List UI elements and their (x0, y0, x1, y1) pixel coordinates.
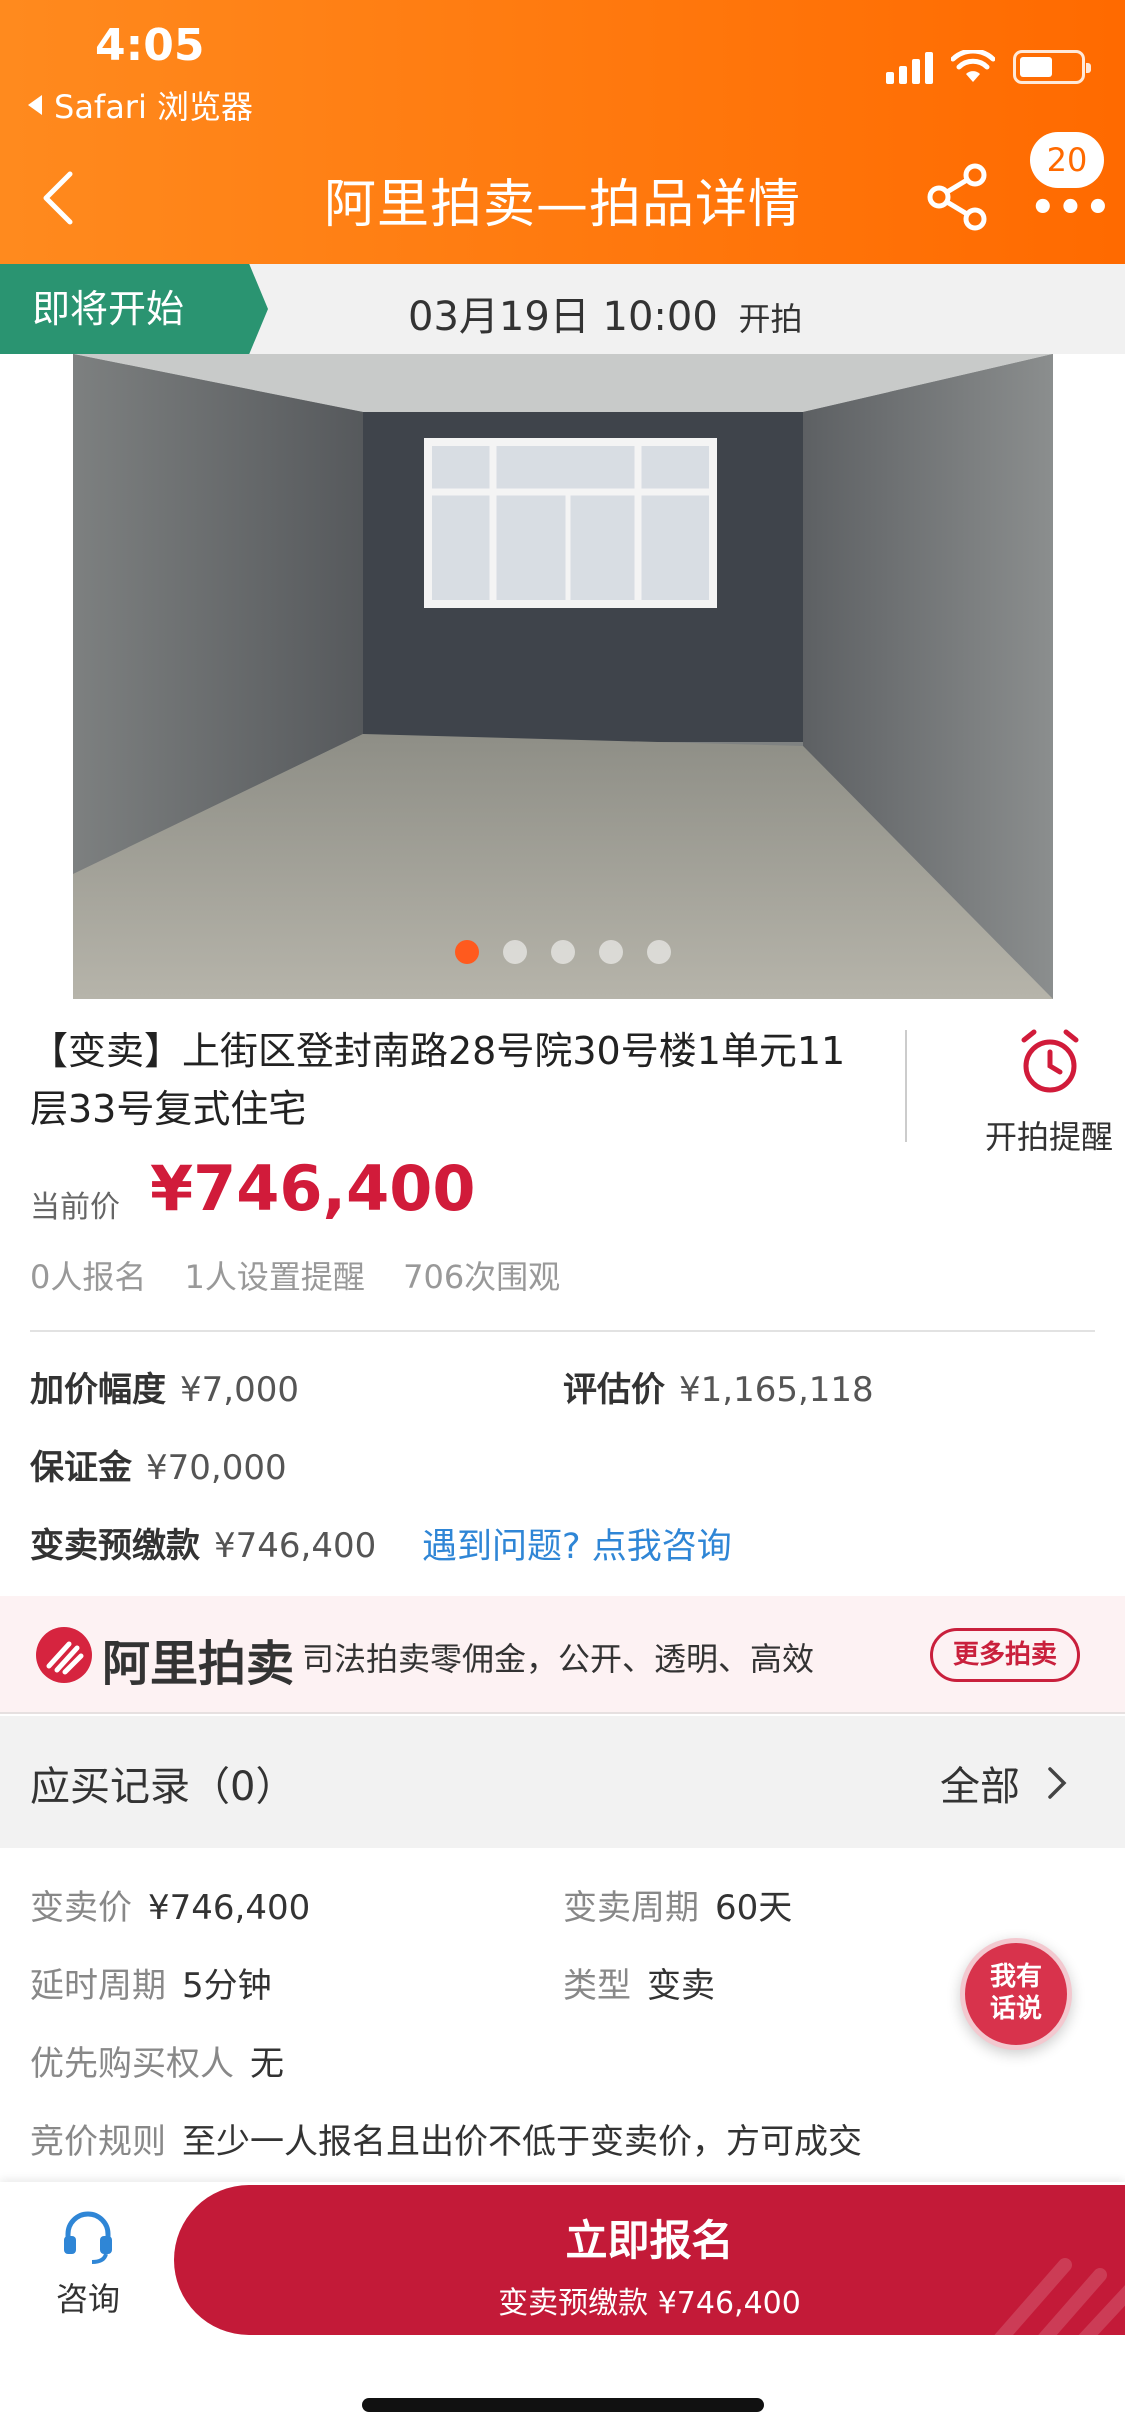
headset-icon (64, 2211, 112, 2264)
view-count: 706次围观 (403, 1258, 561, 1296)
appraisal-row: 评估价 ¥1,165,118 (563, 1362, 874, 1411)
alarm-clock-icon[interactable] (1018, 1028, 1082, 1096)
delay-period-row: 延时周期 5分钟 (30, 1958, 272, 2007)
prepay-row: 变卖预缴款 ¥746,400 (30, 1518, 376, 1567)
start-reminder-button[interactable]: 开拍提醒 (985, 1112, 1113, 1158)
home-indicator[interactable] (362, 2398, 764, 2412)
sale-period-row: 变卖周期 60天 (563, 1880, 792, 1929)
signup-count: 0人报名 (30, 1258, 147, 1296)
consult-label: 咨询 (55, 2280, 120, 2318)
carousel-dot[interactable] (647, 940, 671, 964)
back-triangle-icon (28, 95, 42, 115)
current-price-label: 当前价 (30, 1190, 120, 1225)
sale-period-label: 变卖周期 (563, 1888, 699, 1928)
reminder-count: 1人设置提醒 (184, 1258, 365, 1296)
sale-period-value: 60天 (715, 1888, 793, 1928)
carousel-dot[interactable] (503, 940, 527, 964)
deposit-value: ¥70,000 (146, 1448, 287, 1488)
cellular-signal-icon (886, 50, 933, 84)
room-photo (73, 354, 1053, 999)
increment-value: ¥7,000 (180, 1370, 299, 1410)
feedback-line-2: 话说 (989, 1994, 1042, 2024)
delay-period-label: 延时周期 (30, 1966, 166, 2006)
chevron-right-icon (1048, 1767, 1067, 1799)
auction-status-strip: 即将开始 03月19日 10:00 开拍 (0, 264, 1125, 354)
deposit-label: 保证金 (30, 1448, 132, 1488)
status-time: 4:05 (95, 20, 205, 71)
brand-name: 阿里拍卖 (102, 1636, 295, 1692)
increment-label: 加价幅度 (30, 1370, 166, 1410)
prepay-value: ¥746,400 (214, 1526, 377, 1566)
bid-records-row[interactable]: 应买记录（0） 全部 (0, 1716, 1125, 1848)
carousel-dots (73, 940, 1053, 964)
item-photo-carousel[interactable] (73, 354, 1053, 999)
sale-price-value: ¥746,400 (148, 1888, 311, 1928)
deposit-row: 保证金 ¥70,000 (30, 1440, 287, 1489)
priority-buyer-row: 优先购买权人无 (30, 2036, 284, 2085)
auction-date-time: 03月19日 10:00 (408, 294, 718, 340)
auction-deco-icon (994, 2258, 1125, 2335)
divider (905, 1030, 907, 1142)
consult-button[interactable]: 咨询 (40, 2208, 136, 2320)
battery-icon (1013, 50, 1091, 84)
appraisal-label: 评估价 (563, 1370, 665, 1410)
appraisal-value: ¥1,165,118 (679, 1370, 874, 1410)
message-count-badge[interactable]: 20 (1030, 132, 1104, 188)
auction-start-suffix: 开拍 (738, 300, 803, 338)
sale-price-row: 变卖价 ¥746,400 (30, 1880, 310, 1929)
bidding-rule-value: 至少一人报名且出价不低于变卖价，方可成交 (182, 2122, 862, 2162)
view-all-label: 全部 (940, 1764, 1020, 1810)
feedback-line-1: 我有 (989, 1962, 1042, 1992)
more-auctions-button[interactable]: 更多拍卖 (930, 1628, 1080, 1682)
delay-period-value: 5分钟 (182, 1966, 272, 2006)
item-stats: 0人报名 1人设置提醒 706次围观 (30, 1252, 588, 1298)
ali-auction-logo-icon (36, 1627, 92, 1683)
header-bar: 4:05 Safari 浏览器 阿里拍卖—拍品详情 20 ••• (0, 0, 1125, 264)
view-all-records[interactable]: 全部 (940, 1754, 1068, 1812)
type-value: 变卖 (647, 1966, 715, 2006)
priority-buyer-value: 无 (250, 2044, 284, 2084)
priority-buyer-label: 优先购买权人 (30, 2044, 234, 2084)
carousel-dot[interactable] (551, 940, 575, 964)
auction-status-label: 即将开始 (0, 264, 268, 354)
signup-prepay-label: 变卖预缴款 ¥746,400 (498, 2286, 801, 2321)
consult-link[interactable]: 遇到问题? 点我咨询 (422, 1518, 732, 1569)
brand-slogan: 司法拍卖零佣金，公开、透明、高效 (302, 1640, 815, 1678)
carousel-dot[interactable] (599, 940, 623, 964)
type-row: 类型 变卖 (563, 1958, 715, 2007)
bidding-rule-label: 竞价规则 (30, 2122, 166, 2162)
back-app-label: Safari 浏览器 (54, 88, 254, 126)
sale-price-label: 变卖价 (30, 1888, 132, 1928)
wifi-icon (951, 50, 995, 82)
ali-auction-banner: 阿里拍卖 司法拍卖零佣金，公开、透明、高效 更多拍卖 (0, 1596, 1125, 1714)
prepay-label: 变卖预缴款 (30, 1526, 200, 1566)
back-to-app-link[interactable]: Safari 浏览器 (28, 82, 253, 128)
divider (30, 1330, 1095, 1332)
carousel-dot[interactable] (455, 940, 479, 964)
increment-row: 加价幅度 ¥7,000 (30, 1362, 299, 1411)
share-icon[interactable] (925, 162, 991, 232)
auction-start-time: 03月19日 10:00 开拍 (408, 284, 803, 342)
more-menu-button[interactable]: ••• (1030, 185, 1113, 231)
bid-records-title: 应买记录（0） (30, 1764, 296, 1810)
bidding-rule-row: 竞价规则 至少一人报名且出价不低于变卖价，方可成交 (30, 2114, 862, 2163)
status-icons (886, 50, 1091, 84)
feedback-float-button[interactable]: 我有 话说 (960, 1938, 1072, 2050)
signup-now-button[interactable]: 立即报名 变卖预缴款 ¥746,400 (174, 2185, 1125, 2335)
item-title: 【变卖】上街区登封南路28号院30号楼1单元11层33号复式住宅 (30, 1029, 846, 1131)
signup-label: 立即报名 (565, 2216, 734, 2265)
current-price: ¥746,400 (150, 1152, 476, 1225)
type-label: 类型 (563, 1966, 631, 2006)
